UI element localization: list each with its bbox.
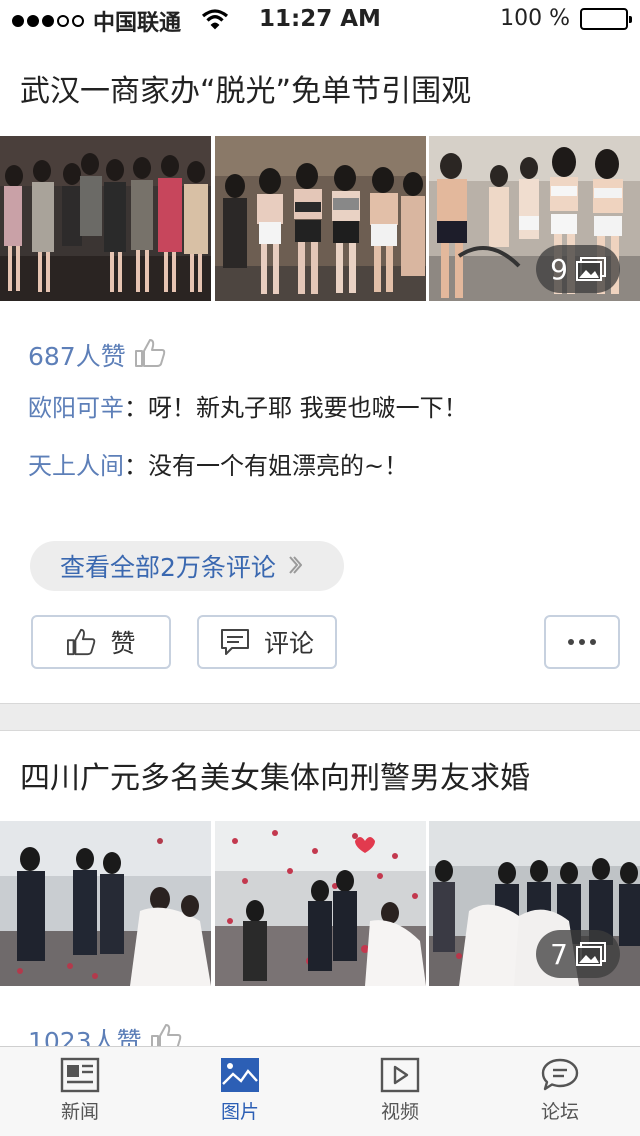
photo-thumbnail[interactable]: [0, 136, 211, 301]
photo-thumbnail[interactable]: [214, 821, 426, 986]
photo-thumbnail[interactable]: 7: [429, 821, 640, 986]
comment-username[interactable]: 欧阳可辛: [28, 394, 124, 422]
battery-percent: 100 %: [500, 6, 570, 31]
comment-button[interactable]: 评论: [197, 615, 337, 669]
photo-strip: 9: [0, 136, 640, 301]
post-card[interactable]: 武汉一商家办“脱光”免单节引围观 9 687人赞 欧阳可辛：呀！新丸子耶 我要也…: [0, 40, 640, 703]
gallery-icon: [575, 257, 606, 281]
view-all-comments-button[interactable]: 查看全部2万条评论: [30, 541, 344, 591]
tab-forum[interactable]: 论坛: [480, 1047, 640, 1136]
tab-video[interactable]: 视频: [320, 1047, 480, 1136]
tab-news[interactable]: 新闻: [0, 1047, 160, 1136]
gallery-icon: [575, 942, 606, 966]
bottom-tab-bar: 新闻 图片 视频 论坛: [0, 1046, 640, 1136]
tab-video-label: 视频: [380, 1101, 419, 1123]
thumbs-up-icon[interactable]: [150, 1023, 182, 1046]
more-button[interactable]: [544, 615, 620, 669]
tab-forum-label: 论坛: [540, 1101, 579, 1123]
comment-username[interactable]: 天上人间: [28, 452, 124, 480]
post-title[interactable]: 四川广元多名美女集体向刑警男友求婚: [0, 731, 640, 821]
screen: 中国联通 11:27 AM 100 % 武汉一商家办“脱光”免单节引围观 9 6…: [0, 0, 640, 1136]
status-bar: 中国联通 11:27 AM 100 %: [0, 0, 640, 40]
likes-count: 687人赞: [28, 342, 126, 371]
likes-row: 687人赞: [0, 301, 640, 379]
comment-button-label: 评论: [263, 629, 314, 658]
comment-icon: [220, 629, 249, 655]
photo-strip: 7: [0, 821, 640, 986]
thumbs-up-icon[interactable]: [134, 338, 166, 372]
picture-icon: [221, 1058, 259, 1092]
comment-item: 欧阳可辛：呀！新丸子耶 我要也啵一下！: [0, 379, 640, 437]
comment-item: 天上人间：没有一个有姐漂亮的~！: [0, 437, 640, 495]
likes-row: 1023人赞: [0, 986, 640, 1046]
photo-count-badge: 7: [536, 930, 620, 978]
tab-pictures-label: 图片: [220, 1101, 259, 1123]
tab-pictures[interactable]: 图片: [160, 1047, 320, 1136]
video-icon: [380, 1057, 420, 1093]
comment-separator: ：: [124, 452, 148, 480]
tab-news-label: 新闻: [60, 1101, 99, 1123]
post-card[interactable]: 四川广元多名美女集体向刑警男友求婚 7 1023人赞: [0, 731, 640, 1046]
view-all-comments-label: 查看全部2万条评论: [60, 553, 276, 582]
likes-count: 1023人赞: [28, 1027, 142, 1046]
forum-icon: [541, 1058, 579, 1091]
like-button[interactable]: 赞: [31, 615, 171, 669]
comment-text: 呀！新丸子耶 我要也啵一下！: [148, 394, 468, 422]
like-button-label: 赞: [110, 629, 136, 658]
post-actions: 赞 评论: [0, 591, 640, 703]
photo-count: 7: [550, 937, 568, 971]
photo-feed[interactable]: 武汉一商家办“脱光”免单节引围观 9 687人赞 欧阳可辛：呀！新丸子耶 我要也…: [0, 40, 640, 1046]
news-icon: [60, 1057, 100, 1093]
comment-text: 没有一个有姐漂亮的~！: [148, 452, 409, 480]
thumbs-up-icon: [67, 628, 96, 656]
more-icon: [568, 639, 596, 645]
chevron-right-icon: [288, 552, 303, 581]
battery-icon: [580, 7, 632, 30]
photo-thumbnail[interactable]: 9: [429, 136, 640, 301]
photo-thumbnail[interactable]: [0, 821, 211, 986]
photo-count: 9: [550, 252, 568, 286]
photo-count-badge: 9: [536, 245, 620, 293]
post-title[interactable]: 武汉一商家办“脱光”免单节引围观: [0, 40, 640, 136]
comment-separator: ：: [124, 394, 148, 422]
status-right: 100 %: [500, 6, 632, 31]
card-divider: [0, 703, 640, 731]
photo-thumbnail[interactable]: [214, 136, 426, 301]
